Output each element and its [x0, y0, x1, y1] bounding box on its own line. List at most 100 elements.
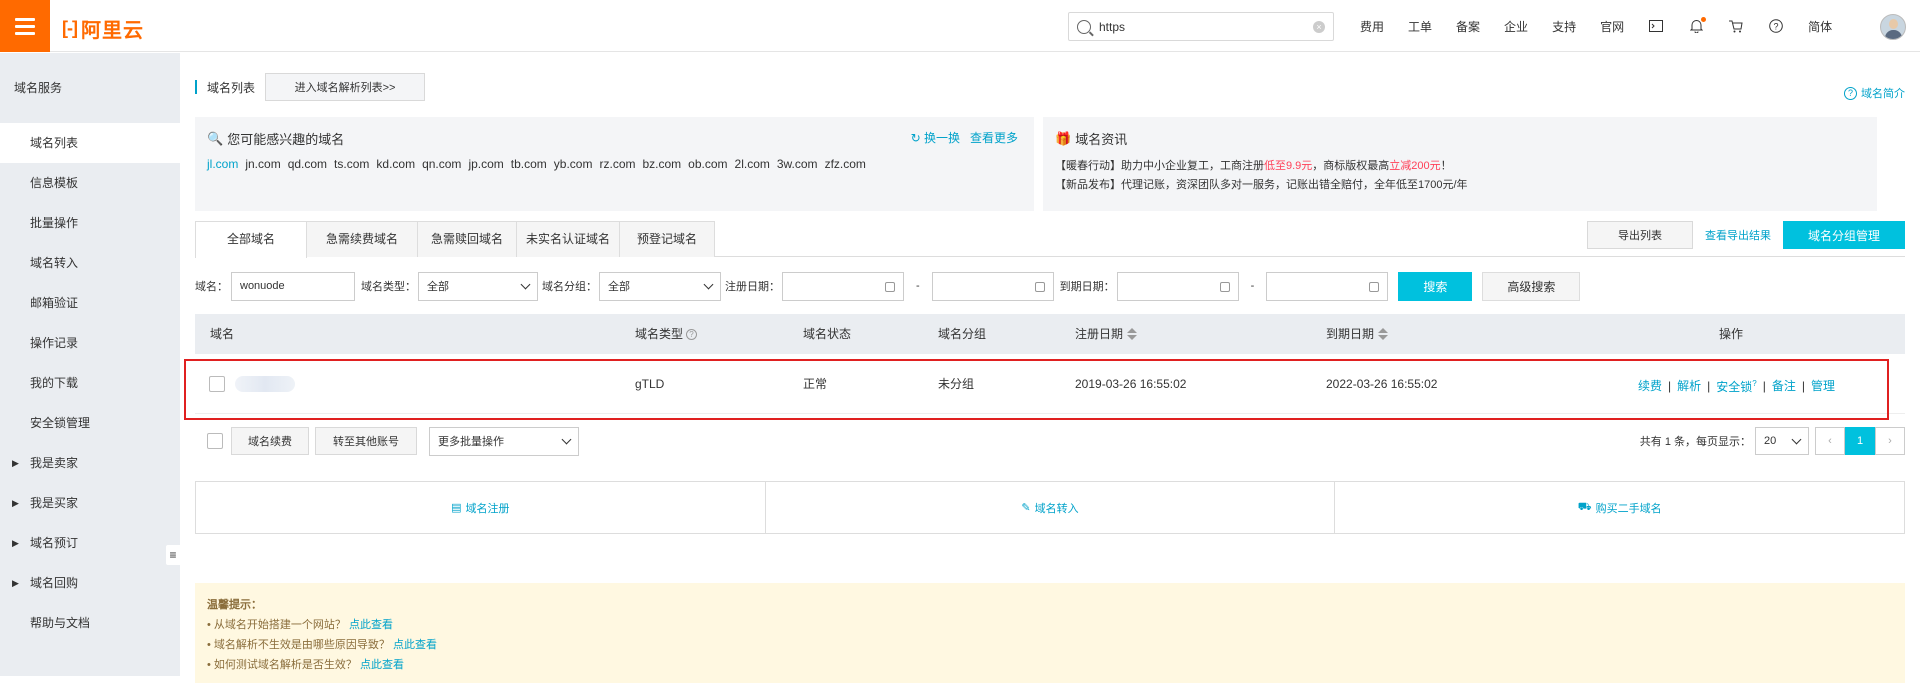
sidebar-item-op-log[interactable]: 操作记录: [0, 323, 180, 363]
menu-icon[interactable]: [0, 0, 50, 52]
news-line[interactable]: 【暖春行动】助力中小企业复工，工商注册低至9.9元，商标版权最高立减200元！: [1055, 157, 1468, 176]
tab-preregistered[interactable]: 预登记域名: [619, 221, 715, 257]
refresh-link[interactable]: ↻ 换一换: [911, 129, 960, 146]
nav-fees[interactable]: 费用: [1360, 18, 1384, 35]
suggested-domain[interactable]: jl.com: [207, 157, 238, 171]
reg-start-date[interactable]: [782, 271, 904, 301]
suggested-domain[interactable]: 3w.com: [777, 157, 818, 171]
sidebar-item-transfer-in[interactable]: 域名转入: [0, 243, 180, 283]
suggested-domain[interactable]: yb.com: [554, 157, 593, 171]
suggested-domain[interactable]: qd.com: [288, 157, 327, 171]
nav-tickets[interactable]: 工单: [1408, 18, 1432, 35]
bell-icon[interactable]: [1688, 17, 1707, 34]
sidebar-item-info-template[interactable]: 信息模板: [0, 163, 180, 203]
col-ops: 操作: [1719, 327, 1744, 341]
export-list-button[interactable]: 导出列表: [1587, 221, 1693, 249]
domain-input[interactable]: wonuode: [231, 271, 355, 301]
sidebar-item-domain-list[interactable]: 域名列表: [0, 123, 180, 163]
terminal-icon[interactable]: [1648, 18, 1664, 34]
news-lines: 【暖春行动】助力中小企业复工，工商注册低至9.9元，商标版权最高立减200元！ …: [1055, 157, 1468, 195]
sidebar-item-downloads[interactable]: 我的下载: [0, 363, 180, 403]
sidebar-item-seller[interactable]: ▶ 我是卖家: [0, 443, 180, 483]
domain-filter-label: 域名：: [195, 281, 228, 293]
interest-domains-card: 🔍 您可能感兴趣的域名 ↻ 换一换 查看更多 jl.com jn.com qd.…: [195, 117, 1034, 211]
language-switch[interactable]: 简体: [1808, 18, 1832, 35]
more-bulk-select[interactable]: 更多批量操作: [429, 426, 579, 456]
sidebar-item-security-lock[interactable]: 安全锁管理: [0, 403, 180, 443]
question-icon[interactable]: ?: [686, 328, 698, 340]
prev-page-button[interactable]: ‹: [1815, 427, 1845, 455]
tab-urgent-redeem[interactable]: 急需赎回域名: [417, 221, 517, 257]
group-select[interactable]: 全部: [599, 271, 721, 301]
select-all-checkbox[interactable]: [207, 433, 223, 449]
exp-end-date[interactable]: [1266, 271, 1389, 301]
nav-official-site[interactable]: 官网: [1600, 18, 1624, 35]
col-exp-date[interactable]: 到期日期: [1326, 314, 1389, 354]
sidebar-item-batch-ops[interactable]: 批量操作: [0, 203, 180, 243]
cart-icon: ⛟: [1577, 500, 1592, 513]
bulk-renew-button[interactable]: 域名续费: [231, 427, 309, 455]
tip-link[interactable]: 点此查看: [349, 619, 393, 631]
quick-transfer-label: 域名转入: [1034, 502, 1079, 515]
page-size-value: 20: [1764, 435, 1777, 447]
suggested-domain[interactable]: rz.com: [599, 157, 635, 171]
suggested-domain[interactable]: 2l.com: [735, 157, 770, 171]
sidebar-item-buyer[interactable]: ▶ 我是买家: [0, 483, 180, 523]
help-icon[interactable]: ?: [1768, 18, 1784, 34]
search-button[interactable]: 搜索: [1398, 271, 1473, 301]
next-page-button[interactable]: ›: [1875, 427, 1905, 455]
svg-text:?: ?: [1774, 22, 1779, 32]
sidebar-item-reserve[interactable]: ▶ 域名预订: [0, 523, 180, 563]
col-reg-date[interactable]: 注册日期: [1075, 314, 1138, 354]
tab-urgent-renew[interactable]: 急需续费域名: [306, 221, 418, 257]
gift-icon: 🎁: [1055, 130, 1072, 146]
search-box[interactable]: https ×: [1068, 12, 1334, 41]
sort-icon: [1127, 328, 1138, 340]
nav-icp[interactable]: 备案: [1456, 18, 1480, 35]
suggested-domain[interactable]: tb.com: [511, 157, 547, 171]
cart-icon[interactable]: [1728, 18, 1744, 34]
clear-icon[interactable]: ×: [1313, 20, 1325, 33]
quick-transfer-link[interactable]: ✎ 域名转入: [766, 482, 1336, 533]
nav-enterprise[interactable]: 企业: [1504, 18, 1528, 35]
type-select[interactable]: 全部: [418, 271, 538, 301]
sidebar-item-label: 批量操作: [30, 216, 79, 230]
tip-link[interactable]: 点此查看: [393, 639, 437, 651]
tab-all-domains[interactable]: 全部域名: [195, 221, 307, 258]
suggested-domain[interactable]: zfz.com: [825, 157, 866, 171]
sidebar-item-help-docs[interactable]: 帮助与文档: [0, 603, 180, 643]
suggested-domain[interactable]: jp.com: [468, 157, 503, 171]
group-manage-button[interactable]: 域名分组管理: [1783, 221, 1905, 249]
sidebar-item-email-verify[interactable]: 邮箱验证: [0, 283, 180, 323]
avatar[interactable]: [1880, 14, 1906, 40]
suggested-domain[interactable]: ob.com: [688, 157, 727, 171]
transfer-account-button[interactable]: 转至其他账号: [315, 427, 417, 455]
suggested-domain[interactable]: bz.com: [642, 157, 681, 171]
sidebar-item-buyback[interactable]: ▶ 域名回购: [0, 563, 180, 603]
quick-buy-link[interactable]: ⛟ 购买二手域名: [1335, 482, 1904, 533]
suggested-domain[interactable]: jn.com: [245, 157, 280, 171]
tab-unverified[interactable]: 未实名认证域名: [516, 221, 620, 257]
news-line[interactable]: 【新品发布】代理记账，资深团队多对一服务，记账出错全赔付，全年低至1700元/年: [1055, 176, 1468, 195]
sidebar-item-label: 域名转入: [30, 256, 79, 270]
aliyun-logo[interactable]: [-] 阿里云: [62, 14, 144, 43]
advanced-search-button[interactable]: 高级搜索: [1482, 271, 1581, 301]
search-input[interactable]: https: [1099, 20, 1313, 34]
suggested-domain[interactable]: ts.com: [334, 157, 369, 171]
page-1-button[interactable]: 1: [1845, 427, 1875, 455]
quick-register-link[interactable]: ▤ 域名注册: [196, 482, 766, 533]
view-more-link[interactable]: 查看更多: [970, 129, 1018, 146]
page-size-select[interactable]: 20: [1755, 427, 1809, 455]
view-export-link[interactable]: 查看导出结果: [1705, 227, 1771, 243]
reg-end-date[interactable]: [931, 271, 1054, 301]
sidebar-collapse-icon[interactable]: ≡: [166, 545, 180, 565]
domain-intro-link[interactable]: ? 域名简介: [1844, 85, 1905, 101]
chevron-down-icon: [520, 279, 531, 289]
tip-link[interactable]: 点此查看: [360, 659, 404, 671]
exp-start-date[interactable]: [1116, 271, 1239, 301]
goto-dns-list-button[interactable]: 进入域名解析列表>>: [265, 73, 426, 101]
nav-support[interactable]: 支持: [1552, 18, 1576, 35]
list-actions: 导出列表 查看导出结果 域名分组管理: [1587, 221, 1905, 249]
suggested-domain[interactable]: qn.com: [422, 157, 461, 171]
suggested-domain[interactable]: kd.com: [376, 157, 415, 171]
